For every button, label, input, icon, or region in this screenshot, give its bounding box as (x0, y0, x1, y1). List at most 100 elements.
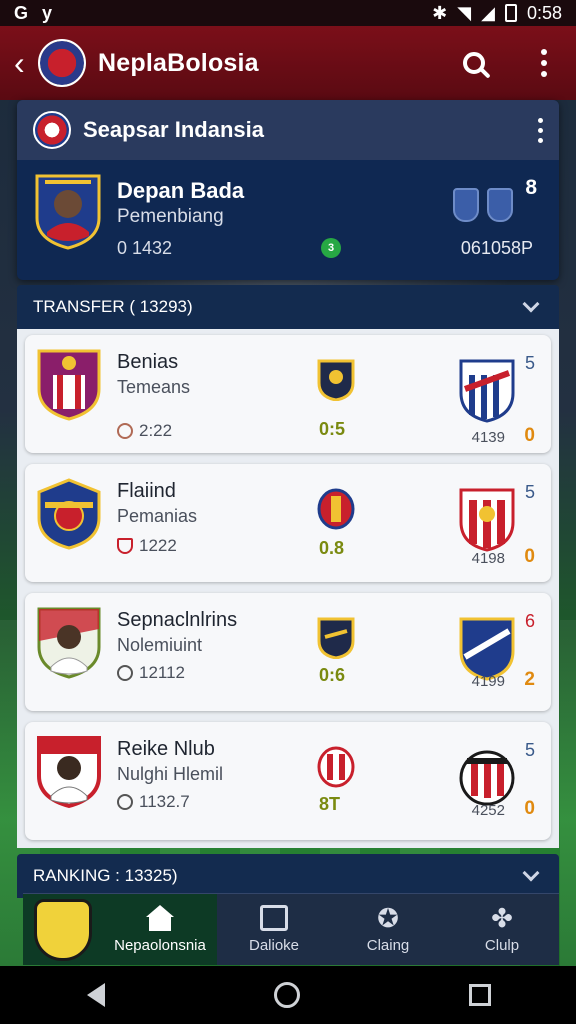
transfer-rank: 5 (524, 482, 535, 502)
team-crest (37, 349, 101, 421)
main-content: Seapsar Indansia Depan Bada Pemenbiang 0… (17, 100, 559, 898)
ranking-section-label: RANKING : 13325) (33, 866, 178, 885)
transfer-meta: 1132.7 (117, 792, 190, 812)
transfer-name: Flaiind (117, 480, 176, 502)
clock-icon (117, 665, 133, 681)
system-recents-icon[interactable] (469, 984, 492, 1006)
transfer-meta-value: 12112 (139, 663, 186, 682)
player-right-value: 061058P (460, 238, 533, 258)
clock-icon (117, 794, 133, 810)
transfer-item[interactable]: Reike Nlub Nulghi Hlemil 1132.7 8T 5 425… (25, 722, 551, 840)
transfer-sub: Nolemiuint (117, 635, 203, 655)
club-card-title: Seapsar Indansia (83, 117, 264, 142)
nav-label: Clulp (484, 937, 520, 954)
transfer-count: 0 (524, 546, 535, 567)
opponent-crest (459, 488, 515, 552)
nav-brand-logo[interactable] (23, 894, 103, 965)
nav-label: Dalioke (248, 937, 300, 954)
transfer-meta: 12112 (117, 663, 185, 683)
signal-icon: ◢ (481, 2, 495, 23)
search-icon (463, 52, 485, 74)
transfer-item[interactable]: Sepnaclnlrins Nolemiuint 12112 0:6 6 419… (25, 593, 551, 711)
club-badge-icon (33, 111, 71, 149)
transfer-rank: 6 (524, 611, 535, 631)
player-rank: 8 (525, 176, 537, 199)
transfer-points: 4198 (471, 550, 505, 567)
club-card-body: Depan Bada Pemenbiang 0 1432 3 8 061058P (17, 160, 559, 280)
transfer-name: Benias (117, 351, 179, 373)
nav-item-dalioke[interactable]: Dalioke (217, 894, 331, 965)
transfer-score: 0:6 (319, 665, 346, 685)
club-icon: ✤ (491, 903, 513, 933)
layers-icon (260, 905, 288, 931)
transfer-count: 0 (524, 425, 535, 446)
transfer-section-label: TRANSFER ( 13293) (33, 297, 193, 316)
player-name: Depan Bada (117, 178, 245, 203)
team-crest (37, 478, 101, 550)
clock-icon (117, 423, 133, 439)
transfer-score: 8T (319, 794, 341, 814)
transfer-score: 0.8 (319, 538, 345, 558)
nav-item-club[interactable]: ✤ Clulp (445, 894, 559, 965)
app-logo (38, 39, 86, 87)
status-indicator: 3 (321, 238, 341, 258)
player-crest (35, 174, 101, 250)
status-icon-g: G (14, 2, 29, 23)
transfer-rank: 5 (524, 353, 535, 373)
system-home-icon[interactable] (273, 982, 300, 1008)
transfer-meta-value: 1132.7 (139, 792, 190, 811)
transfer-points: 4199 (471, 673, 505, 690)
nav-label: Nepaolonsnia (114, 937, 206, 954)
battery-icon (504, 4, 517, 22)
club-logo-icon (34, 898, 92, 961)
search-button[interactable] (456, 45, 492, 81)
shield-outline-icon (117, 538, 133, 554)
system-back-icon[interactable] (85, 983, 105, 1007)
ranking-section-header[interactable]: RANKING : 13325) (17, 854, 559, 898)
wifi-icon: ◥ (457, 2, 472, 23)
transfer-section-header[interactable]: TRANSFER ( 13293) (17, 285, 559, 329)
status-bar: G y ✱ ◥ ◢ 0:58 (0, 0, 576, 26)
transfer-name: Reike Nlub (117, 738, 215, 760)
transfer-meta: 2:22 (117, 421, 172, 441)
shield-icon (453, 188, 479, 222)
more-vert-icon (541, 49, 547, 77)
transfer-item[interactable]: Benias Temeans 2:22 0:5 5 4139 0 (25, 335, 551, 453)
status-icon-y: y (42, 2, 53, 23)
match-badge-icon (317, 359, 355, 401)
match-badge-icon (317, 746, 355, 788)
overflow-menu-button[interactable] (526, 45, 562, 81)
chevron-down-icon (522, 295, 540, 313)
transfer-item[interactable]: Flaiind Pemanias 1222 0.8 5 4198 0 (25, 464, 551, 582)
transfer-sub: Nulghi Hlemil (117, 764, 224, 784)
nav-item-home[interactable]: Nepaolonsnia (103, 894, 217, 965)
bluetooth-icon: ✱ (432, 2, 448, 23)
system-navigation-bar (0, 966, 576, 1024)
opponent-crest (459, 617, 515, 681)
transfer-sub: Pemanias (117, 506, 198, 526)
home-icon-body (149, 917, 171, 931)
match-badge-icon (317, 617, 355, 659)
app-bar: ‹ NeplaBolosia (0, 26, 576, 100)
more-vert-icon[interactable] (538, 117, 543, 143)
home-icon (146, 905, 174, 917)
nav-label: Claing (366, 937, 410, 954)
transfer-points: 4139 (471, 429, 505, 446)
player-role: Pemenbiang (117, 206, 224, 227)
club-card[interactable]: Seapsar Indansia Depan Bada Pemenbiang 0… (17, 100, 559, 280)
transfer-score: 0:5 (319, 419, 346, 439)
club-card-header: Seapsar Indansia (17, 100, 559, 160)
transfer-sub: Temeans (117, 377, 191, 397)
transfer-count: 2 (524, 669, 535, 690)
back-arrow-icon[interactable]: ‹ (14, 47, 32, 79)
opponent-crest (459, 359, 515, 423)
bottom-navigation: Nepaolonsnia Dalioke ✪ Claing ✤ Clulp (23, 893, 559, 965)
transfer-meta: 1222 (117, 536, 177, 556)
shield-icon (487, 188, 513, 222)
transfer-points: 4252 (471, 802, 505, 819)
team-crest (37, 607, 101, 679)
transfer-list: Benias Temeans 2:22 0:5 5 4139 0 Flaiind… (17, 329, 559, 848)
team-crest (37, 736, 101, 808)
transfer-count: 0 (524, 798, 535, 819)
nav-item-claing[interactable]: ✪ Claing (331, 894, 445, 965)
